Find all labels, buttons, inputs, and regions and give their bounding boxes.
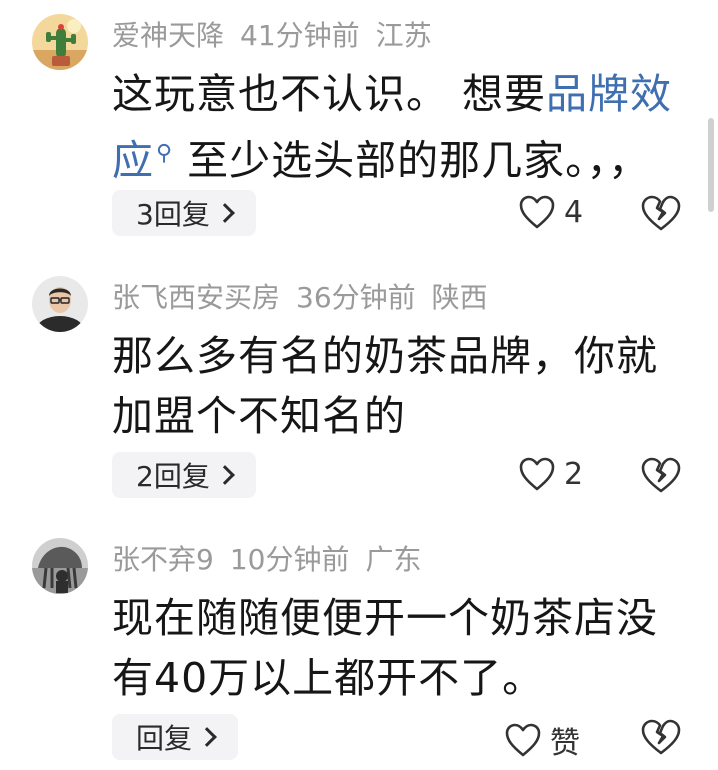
- reply-label: 2回复: [136, 460, 210, 493]
- heart-outline-icon: [505, 723, 541, 757]
- comment-list: 爱神天降 41分钟前 江苏 这玩意也不认识。 想要品牌效 应⚲ 至少选头部的那几家。…: [0, 0, 718, 770]
- reply-label: 回复: [136, 722, 193, 755]
- username[interactable]: 张不弃9: [112, 543, 214, 576]
- comment-text-line: 加盟个不知名的: [112, 392, 406, 440]
- reply-label: 3回复: [136, 198, 210, 231]
- location: 陕西: [431, 281, 488, 314]
- comment-text: 现在随随便便开一个奶茶店没 有40万以上都开不了。: [112, 588, 692, 708]
- comment-text-line: 应⚲ 至少选头部的那几家。，，: [112, 124, 692, 191]
- comment-meta: 张飞西安买房 36分钟前 陕西: [112, 280, 504, 316]
- heart-outline-icon: [519, 457, 555, 491]
- location: 江苏: [375, 19, 432, 52]
- like-button[interactable]: 4: [518, 194, 583, 230]
- comment-text: 那么多有名的奶茶品牌，你就 加盟个不知名的: [112, 326, 692, 446]
- search-glyph-icon[interactable]: ⚲: [156, 141, 173, 166]
- timestamp: 41分钟前: [240, 19, 360, 52]
- reply-button[interactable]: 2回复: [112, 452, 256, 498]
- keyword-link[interactable]: 品牌效: [546, 70, 672, 118]
- dislike-button[interactable]: [640, 194, 682, 236]
- comment-meta: 张不弃9 10分钟前 广东: [112, 542, 437, 578]
- text-segment: 这玩意也不认识。 想要: [112, 70, 547, 118]
- avatar[interactable]: [32, 538, 88, 594]
- avatar[interactable]: [32, 276, 88, 332]
- comment-text-line: 有40万以上都开不了。: [112, 654, 545, 702]
- timestamp: 10分钟前: [229, 543, 350, 576]
- comment-text-line: 这玩意也不认识。 想要品牌效: [112, 64, 692, 124]
- username[interactable]: 张飞西安买房: [112, 281, 280, 314]
- dislike-button[interactable]: [640, 718, 682, 760]
- like-label: 赞: [550, 726, 580, 761]
- scrollbar[interactable]: [708, 118, 714, 212]
- text-segment: 至少选头部的那几家。，，: [187, 136, 651, 185]
- avatar[interactable]: [32, 14, 88, 70]
- dislike-button[interactable]: [640, 456, 682, 498]
- broken-heart-icon: [641, 719, 681, 755]
- reply-button[interactable]: 回复: [112, 714, 239, 760]
- comment-text-line: 现在随随便便开一个奶茶店没: [112, 594, 658, 642]
- comment-text: 这玩意也不认识。 想要品牌效 应⚲ 至少选头部的那几家。，，: [112, 64, 692, 191]
- broken-heart-icon: [641, 195, 681, 231]
- username[interactable]: 爱神天降: [112, 19, 224, 52]
- like-button[interactable]: 2: [518, 456, 583, 492]
- chevron-right-icon: [214, 203, 235, 223]
- heart-outline-icon: [519, 195, 555, 229]
- comment-text-line: 那么多有名的奶茶品牌，你就: [112, 332, 658, 380]
- timestamp: 36分钟前: [296, 281, 416, 314]
- keyword-link[interactable]: 应: [112, 137, 154, 185]
- like-button[interactable]: 赞: [504, 718, 580, 762]
- location: 广东: [365, 543, 422, 576]
- like-count: 2: [564, 456, 584, 492]
- reply-button[interactable]: 3回复: [112, 190, 256, 236]
- comment-meta: 爱神天降 41分钟前 江苏: [112, 18, 448, 54]
- like-count: 4: [564, 194, 584, 230]
- chevron-right-icon: [197, 727, 217, 747]
- broken-heart-icon: [641, 457, 681, 493]
- chevron-right-icon: [214, 465, 235, 485]
